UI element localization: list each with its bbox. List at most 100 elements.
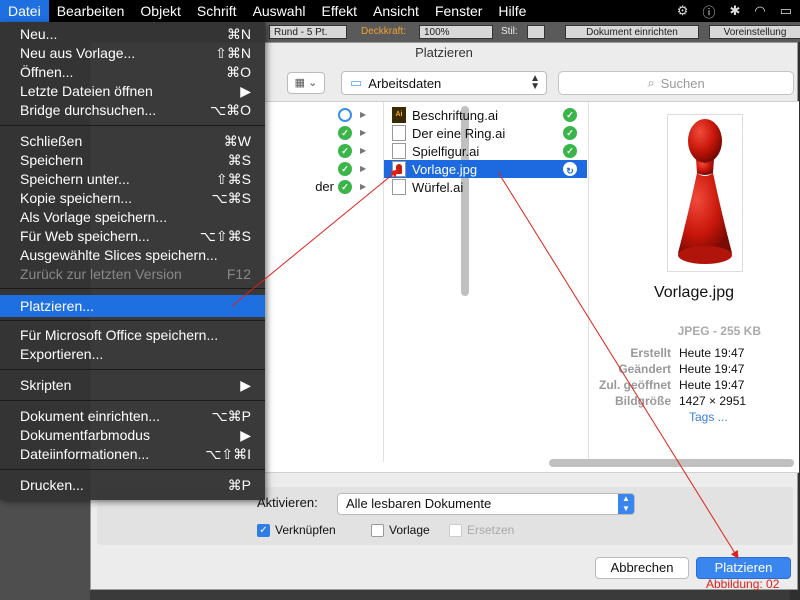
submenu-arrow-icon: ▶ (240, 83, 251, 99)
chevron-right-icon: ▶ (360, 128, 367, 137)
menu-item-print[interactable]: Drucken... ⌘P (0, 476, 265, 495)
list-item[interactable]: ✓ ▶ (338, 142, 366, 160)
shortcut: ⌘S (227, 152, 251, 168)
meta-value: 1427 × 2951 (679, 394, 747, 408)
menu-item-label: Kopie speichern... (20, 190, 133, 206)
menu-item-save-for-web[interactable]: Für Web speichern... ⌥⇧⌘S (0, 227, 265, 246)
file-row[interactable]: Würfel.ai (384, 178, 587, 196)
menu-bearbeiten[interactable]: Bearbeiten (49, 0, 133, 22)
shortcut: ⌥⇧⌘S (199, 228, 251, 244)
menu-item-close[interactable]: Schließen ⌘W (0, 132, 265, 151)
menu-item-label: Exportieren... (20, 346, 104, 362)
info-icon[interactable]: ⓘ (702, 2, 715, 21)
menu-separator (0, 400, 265, 401)
folder-popup[interactable]: ▭ Arbeitsdaten ▲ ▼ (341, 71, 547, 95)
preferences-button[interactable]: Voreinstellung (709, 25, 800, 39)
menu-item-new[interactable]: Neu... ⌘N (0, 25, 265, 44)
menu-item-open-recent[interactable]: Letzte Dateien öffnen ▶ (0, 82, 265, 101)
menu-datei[interactable]: Datei (0, 0, 49, 22)
meta-key: Geändert (618, 362, 671, 376)
view-mode-button[interactable]: ▦ ⌄ (287, 72, 325, 94)
stroke-select[interactable]: Rund - 5 Pt. (269, 25, 347, 39)
menu-item-save-as-template[interactable]: Als Vorlage speichern... (0, 208, 265, 227)
search-input[interactable]: ⌕ Suchen (558, 71, 794, 95)
place-button[interactable]: Platzieren (696, 557, 791, 579)
shortcut: ⌥⌘P (211, 408, 251, 424)
menu-item-label: Drucken... (20, 477, 84, 493)
menu-schrift[interactable]: Schrift (189, 0, 245, 22)
document-icon (392, 179, 406, 195)
document-icon (392, 143, 406, 159)
menu-item-open[interactable]: Öffnen... ⌘O (0, 63, 265, 82)
synced-check-icon: ✓ (563, 126, 577, 140)
menu-item-label: Speichern (20, 152, 84, 168)
list-item[interactable]: der ✓ ▶ (276, 178, 382, 196)
grid-view-icon: ▦ ⌄ (294, 77, 318, 89)
menu-effekt[interactable]: Effekt (313, 0, 365, 22)
menu-item-place[interactable]: Platzieren... (0, 295, 265, 317)
menu-item-new-from-template[interactable]: Neu aus Vorlage... ⇧⌘N (0, 44, 265, 63)
menu-item-export[interactable]: Exportieren... (0, 345, 265, 364)
style-swatch[interactable] (527, 25, 545, 39)
link-checkbox[interactable]: ✓ Verknüpfen (257, 523, 336, 537)
preview-filetype: JPEG - 255 KB (677, 324, 761, 338)
menu-item-save-for-office[interactable]: Für Microsoft Office speichern... (0, 326, 265, 345)
cancel-button[interactable]: Abbrechen (595, 557, 689, 579)
synced-check-icon: ✓ (563, 108, 577, 122)
enable-select[interactable]: Alle lesbaren Dokumente ▲ ▼ (337, 493, 635, 515)
meta-key: Zul. geöffnet (599, 378, 671, 392)
file-name: Würfel.ai (412, 179, 464, 195)
doc-setup-button[interactable]: Dokument einrichten (565, 25, 699, 39)
sync-icon[interactable]: ⚙ (677, 3, 689, 19)
menu-item-save[interactable]: Speichern ⌘S (0, 151, 265, 170)
list-item[interactable]: ▶ (338, 106, 366, 124)
battery-icon[interactable]: ▭ (780, 3, 792, 19)
horizontal-scrollbar[interactable] (549, 459, 794, 467)
menu-item-document-setup[interactable]: Dokument einrichten... ⌥⌘P (0, 407, 265, 426)
replace-checkbox[interactable]: Ersetzen (449, 523, 514, 537)
menu-hilfe[interactable]: Hilfe (490, 0, 534, 22)
menu-item-label: Bridge durchsuchen... (20, 102, 157, 118)
shortcut: ⌘N (226, 26, 251, 42)
sync-status-icon: ↻ (563, 162, 577, 176)
file-row[interactable]: Ai Beschriftung.ai ✓ (384, 106, 587, 124)
menu-item-file-info[interactable]: Dateiinformationen... ⌥⇧⌘I (0, 445, 265, 464)
meta-row: Erstellt Heute 19:47 (589, 346, 800, 360)
list-item[interactable]: ✓ ▶ (338, 160, 366, 178)
wifi-icon[interactable]: ◠ (754, 3, 765, 19)
menu-item-scripts[interactable]: Skripten ▶ (0, 376, 265, 395)
menu-item-label: Dokumentfarbmodus (20, 427, 150, 443)
preview-filename: Vorlage.jpg (653, 284, 735, 301)
bluetooth-icon[interactable]: ✱ (729, 3, 740, 19)
file-name: Beschriftung.ai (412, 107, 498, 123)
opacity-input[interactable]: 100% (419, 25, 493, 39)
menu-item-label: Zurück zur letzten Version (20, 266, 182, 282)
list-item[interactable]: ✓ ▶ (338, 124, 366, 142)
meta-row: Zul. geöffnet Heute 19:47 (589, 378, 800, 392)
menu-item-document-color-mode[interactable]: Dokumentfarbmodus ▶ (0, 426, 265, 445)
menu-auswahl[interactable]: Auswahl (245, 0, 314, 22)
menu-item-save-copy[interactable]: Kopie speichern... ⌥⌘S (0, 189, 265, 208)
search-placeholder: Suchen (660, 75, 705, 91)
template-checkbox[interactable]: Vorlage (371, 523, 430, 537)
tags-link[interactable]: Tags ... (689, 410, 728, 424)
submenu-arrow-icon: ▶ (240, 427, 251, 443)
checkmark-icon: ✓ (257, 523, 270, 537)
menu-item-label: Für Web speichern... (20, 228, 150, 244)
file-row[interactable]: Spielfigur.ai ✓ (384, 142, 587, 160)
menu-item-browse-bridge[interactable]: Bridge durchsuchen... ⌥⌘O (0, 101, 265, 120)
menu-item-save-slices[interactable]: Ausgewählte Slices speichern... (0, 246, 265, 265)
menu-objekt[interactable]: Objekt (132, 0, 188, 22)
menu-fenster[interactable]: Fenster (427, 0, 490, 22)
menu-separator (0, 369, 265, 370)
chevron-right-icon: ▶ (360, 110, 367, 119)
file-row[interactable]: Der eine Ring.ai ✓ (384, 124, 587, 142)
figure-caption: Abbildung: 02 (706, 577, 780, 591)
checkbox-box (449, 523, 462, 537)
menu-ansicht[interactable]: Ansicht (365, 0, 427, 22)
menu-item-save-as[interactable]: Speichern unter... ⇧⌘S (0, 170, 265, 189)
replace-checkbox-label: Ersetzen (467, 523, 515, 537)
file-row-selected[interactable]: Vorlage.jpg ↻ (384, 160, 587, 178)
shortcut: ⌘O (226, 64, 251, 80)
menu-item-label: Dateiinformationen... (20, 446, 150, 462)
